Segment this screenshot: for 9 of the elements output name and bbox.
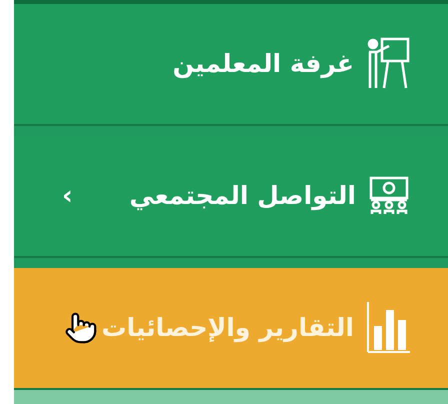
menu-label: التقارير والإحصائيات [102,312,354,344]
menu-item[interactable]: التواصل المجتمعي ‹ [14,136,448,256]
screen-audience-icon [368,176,410,216]
submenu-arrow: ‹ [62,180,73,212]
menu-item[interactable]: غرفة المعلمين [14,4,448,124]
menu-label: غرفة المعلمين [172,48,354,80]
bar-chart-icon [366,302,410,354]
menu-label: التواصل المجتمعي [129,180,356,212]
menu-item[interactable]: التقارير والإحصائيات [14,268,448,388]
